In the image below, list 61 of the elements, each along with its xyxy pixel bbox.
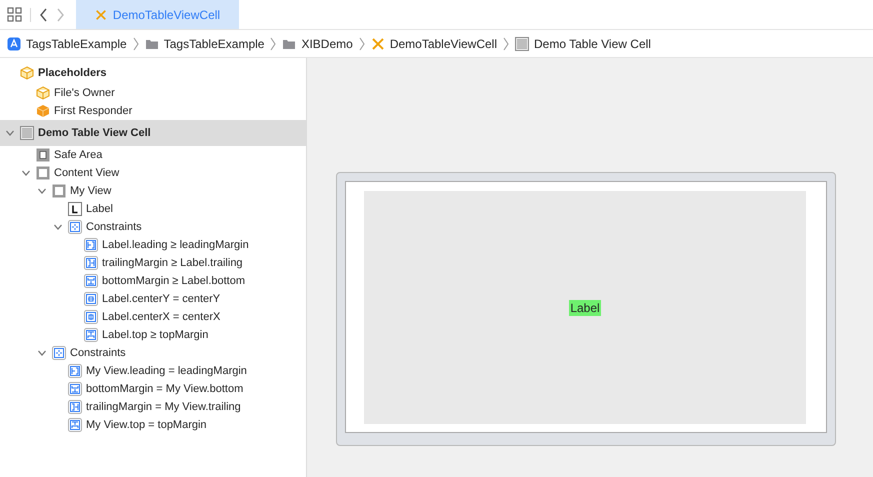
outline-row[interactable]: trailingMargin ≥ Label.trailing [0,254,306,272]
tools-icon [370,36,385,50]
breadcrumb-item[interactable]: XIBDemo [301,34,353,52]
disclosure-icon[interactable] [53,222,63,232]
outline-row[interactable]: Constraints [0,218,306,236]
outline-row[interactable]: My View [0,182,306,200]
constraint-icon [68,382,82,396]
cube-icon [36,86,50,100]
separator-icon [503,36,509,50]
disclosure-icon[interactable] [37,186,47,196]
constraint-icon [68,364,82,378]
outline-row[interactable]: Label.centerY = centerY [0,290,306,308]
constraint-icon [84,328,98,342]
outline-row[interactable]: My View.leading = leadingMargin [0,362,306,380]
outline-row[interactable]: Content View [0,164,306,182]
separator-icon [132,36,139,50]
outline-row[interactable]: Label [0,200,306,218]
constraint-icon [84,274,98,288]
table-icon [20,126,34,140]
view-icon [52,184,66,198]
outline-row[interactable]: File's Owner [0,84,306,102]
outline-row[interactable]: Label.centerX = centerX [0,308,306,326]
breadcrumb-item[interactable]: TagsTableExample [164,34,264,52]
disclosure-icon[interactable] [21,168,31,178]
disclosure-icon[interactable] [5,128,15,138]
breadcrumb-item[interactable]: DemoTableViewCell [390,34,497,52]
outline-row[interactable]: Safe Area [0,146,306,164]
breadcrumb-item[interactable]: TagsTableExample [26,34,127,52]
app-icon [7,36,21,50]
constraint-icon [84,256,98,270]
constraint-icon [84,292,98,306]
back-icon[interactable] [39,8,48,22]
view-icon [36,166,50,180]
disclosure-icon[interactable] [37,348,47,358]
outline-row[interactable]: Label.top ≥ topMargin [0,326,306,344]
label-icon [68,202,82,216]
outline-row[interactable]: First Responder [0,102,306,120]
cube-icon [36,104,50,118]
separator-icon [270,36,276,50]
constraints-icon [68,220,82,234]
outline-row[interactable]: trailingMargin = My View.trailing [0,398,306,416]
breadcrumb-item[interactable]: Demo Table View Cell [534,34,651,52]
separator-icon [358,36,365,50]
tools-icon [94,8,107,20]
outline-row[interactable]: Demo Table View Cell [0,120,306,146]
outline-row[interactable]: bottomMargin ≥ Label.bottom [0,272,306,290]
constraint-icon [68,400,82,414]
outline-row[interactable]: Label.leading ≥ leadingMargin [0,236,306,254]
safe-area-icon [36,148,50,162]
outline-row[interactable]: Constraints [0,344,306,362]
canvas-label[interactable]: Label [569,300,601,316]
table-icon [515,36,529,50]
outline-row[interactable]: Placeholders [0,62,306,84]
grid-icon[interactable] [7,7,22,22]
cube-icon [20,66,34,80]
outline-row[interactable]: My View.top = topMargin [0,416,306,434]
outline-row[interactable]: bottomMargin = My View.bottom [0,380,306,398]
constraint-icon [84,310,98,324]
constraint-icon [68,418,82,432]
constraint-icon [84,238,98,252]
constraints-icon [52,346,66,360]
